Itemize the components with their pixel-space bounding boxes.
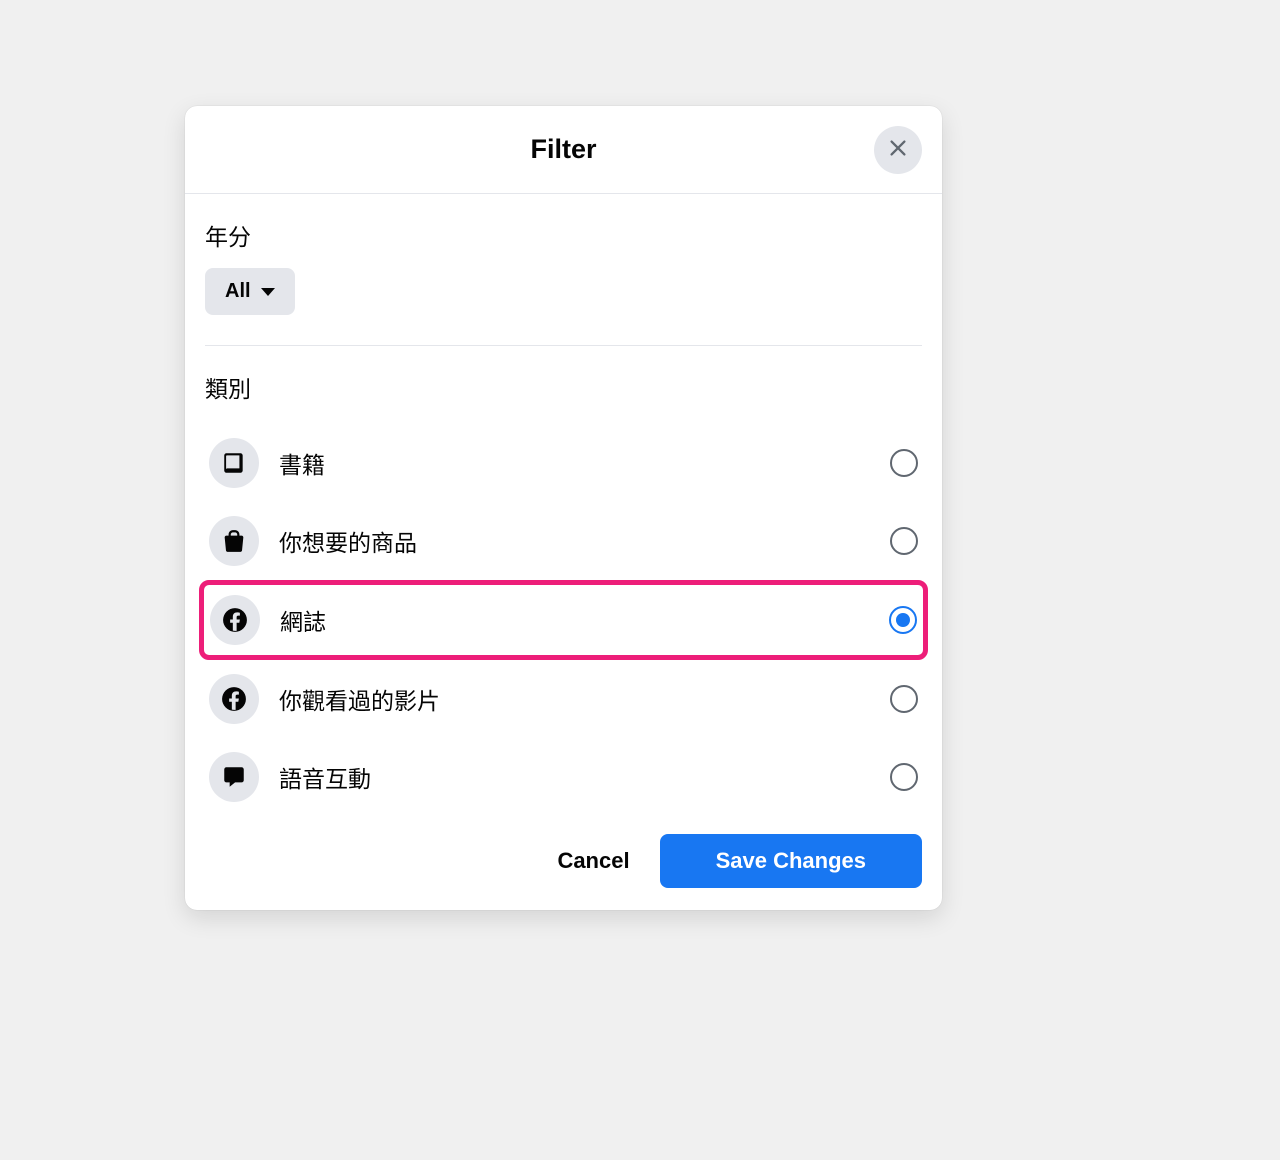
- category-list: 書籍 你想要的商品: [205, 424, 922, 816]
- book-icon: [209, 438, 259, 488]
- category-section-label: 類別: [205, 370, 922, 404]
- radio-button[interactable]: [890, 449, 918, 477]
- caret-down-icon: [261, 288, 275, 296]
- cancel-button[interactable]: Cancel: [539, 836, 647, 886]
- section-divider: [205, 345, 922, 346]
- close-icon: [887, 137, 909, 162]
- category-item-watched-videos[interactable]: 你觀看過的影片: [205, 660, 922, 738]
- save-changes-button[interactable]: Save Changes: [660, 834, 922, 888]
- category-item-books[interactable]: 書籍: [205, 424, 922, 502]
- category-label: 你觀看過的影片: [279, 682, 870, 716]
- modal-title: Filter: [530, 134, 596, 165]
- radio-button[interactable]: [890, 763, 918, 791]
- facebook-icon: [209, 674, 259, 724]
- category-item-wanted-products[interactable]: 你想要的商品: [205, 502, 922, 580]
- year-dropdown[interactable]: All: [205, 268, 295, 315]
- category-label: 網誌: [280, 603, 869, 637]
- category-label: 語音互動: [279, 760, 870, 794]
- radio-button[interactable]: [890, 685, 918, 713]
- shopping-bag-icon: [209, 516, 259, 566]
- year-section-label: 年分: [205, 218, 922, 252]
- filter-modal: Filter 年分 All 類別: [185, 106, 942, 910]
- year-dropdown-value: All: [225, 280, 251, 303]
- radio-button[interactable]: [889, 606, 917, 634]
- facebook-icon: [210, 595, 260, 645]
- close-button[interactable]: [874, 126, 922, 174]
- category-item-voice-interaction[interactable]: 語音互動: [205, 738, 922, 816]
- speech-bubble-icon: [209, 752, 259, 802]
- modal-footer: Cancel Save Changes: [185, 816, 942, 910]
- category-label: 書籍: [279, 446, 870, 480]
- category-item-notes[interactable]: 網誌: [199, 580, 928, 660]
- category-label: 你想要的商品: [279, 524, 870, 558]
- modal-header: Filter: [185, 106, 942, 194]
- modal-body: 年分 All 類別 書籍: [185, 194, 942, 816]
- radio-button[interactable]: [890, 527, 918, 555]
